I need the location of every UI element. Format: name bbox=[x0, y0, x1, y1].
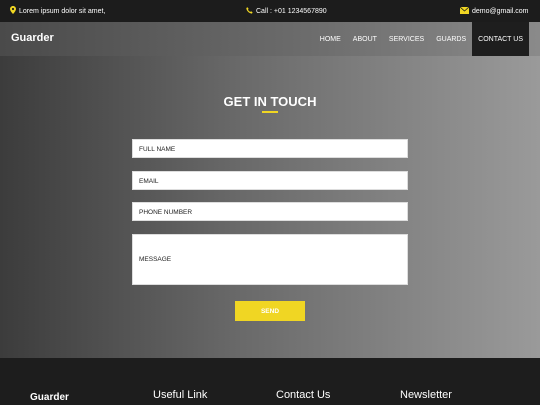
footer-brand[interactable]: Guarder bbox=[30, 392, 69, 403]
title-underline bbox=[262, 111, 278, 113]
call-info[interactable]: Call : +01 1234567890 bbox=[246, 0, 327, 22]
footer-newsletter-heading: Newsletter bbox=[400, 389, 452, 401]
location-info: Lorem ipsum dolor sit amet, bbox=[10, 0, 105, 22]
location-text: Lorem ipsum dolor sit amet, bbox=[19, 7, 106, 15]
section-title: GET IN TOUCH bbox=[223, 94, 317, 109]
main-nav: HOME ABOUT SERVICES GUARDS CONTACT US bbox=[314, 22, 529, 56]
nav-guards[interactable]: GUARDS bbox=[430, 22, 472, 56]
nav-services[interactable]: SERVICES bbox=[383, 22, 430, 56]
site-footer: Guarder Useful Link Contact Us Newslette… bbox=[0, 358, 540, 405]
phone-field[interactable]: PHONE NUMBER bbox=[132, 202, 408, 221]
email-text: demo@gmail.com bbox=[472, 7, 529, 15]
nav-about[interactable]: ABOUT bbox=[347, 22, 383, 56]
footer-contact-heading: Contact Us bbox=[276, 389, 331, 401]
message-field[interactable]: MESSAGE bbox=[132, 234, 408, 285]
brand-logo[interactable]: Guarder bbox=[11, 32, 54, 44]
footer-useful-link-heading: Useful Link bbox=[153, 389, 208, 401]
mail-icon bbox=[459, 6, 470, 16]
nav-home[interactable]: HOME bbox=[314, 22, 347, 56]
nav-contact-us[interactable]: CONTACT US bbox=[472, 22, 529, 56]
full-name-field[interactable]: FULL NAME bbox=[132, 139, 408, 158]
email-info[interactable]: demo@gmail.com bbox=[459, 0, 529, 22]
email-field[interactable]: EMAIL bbox=[132, 171, 408, 190]
top-bar: Lorem ipsum dolor sit amet, Call : +01 1… bbox=[0, 0, 540, 22]
phone-icon bbox=[246, 6, 253, 16]
call-text: Call : +01 1234567890 bbox=[256, 7, 327, 15]
map-pin-icon bbox=[10, 6, 16, 16]
site-header: Guarder HOME ABOUT SERVICES GUARDS CONTA… bbox=[0, 22, 540, 56]
send-button[interactable]: SEND bbox=[235, 301, 305, 321]
